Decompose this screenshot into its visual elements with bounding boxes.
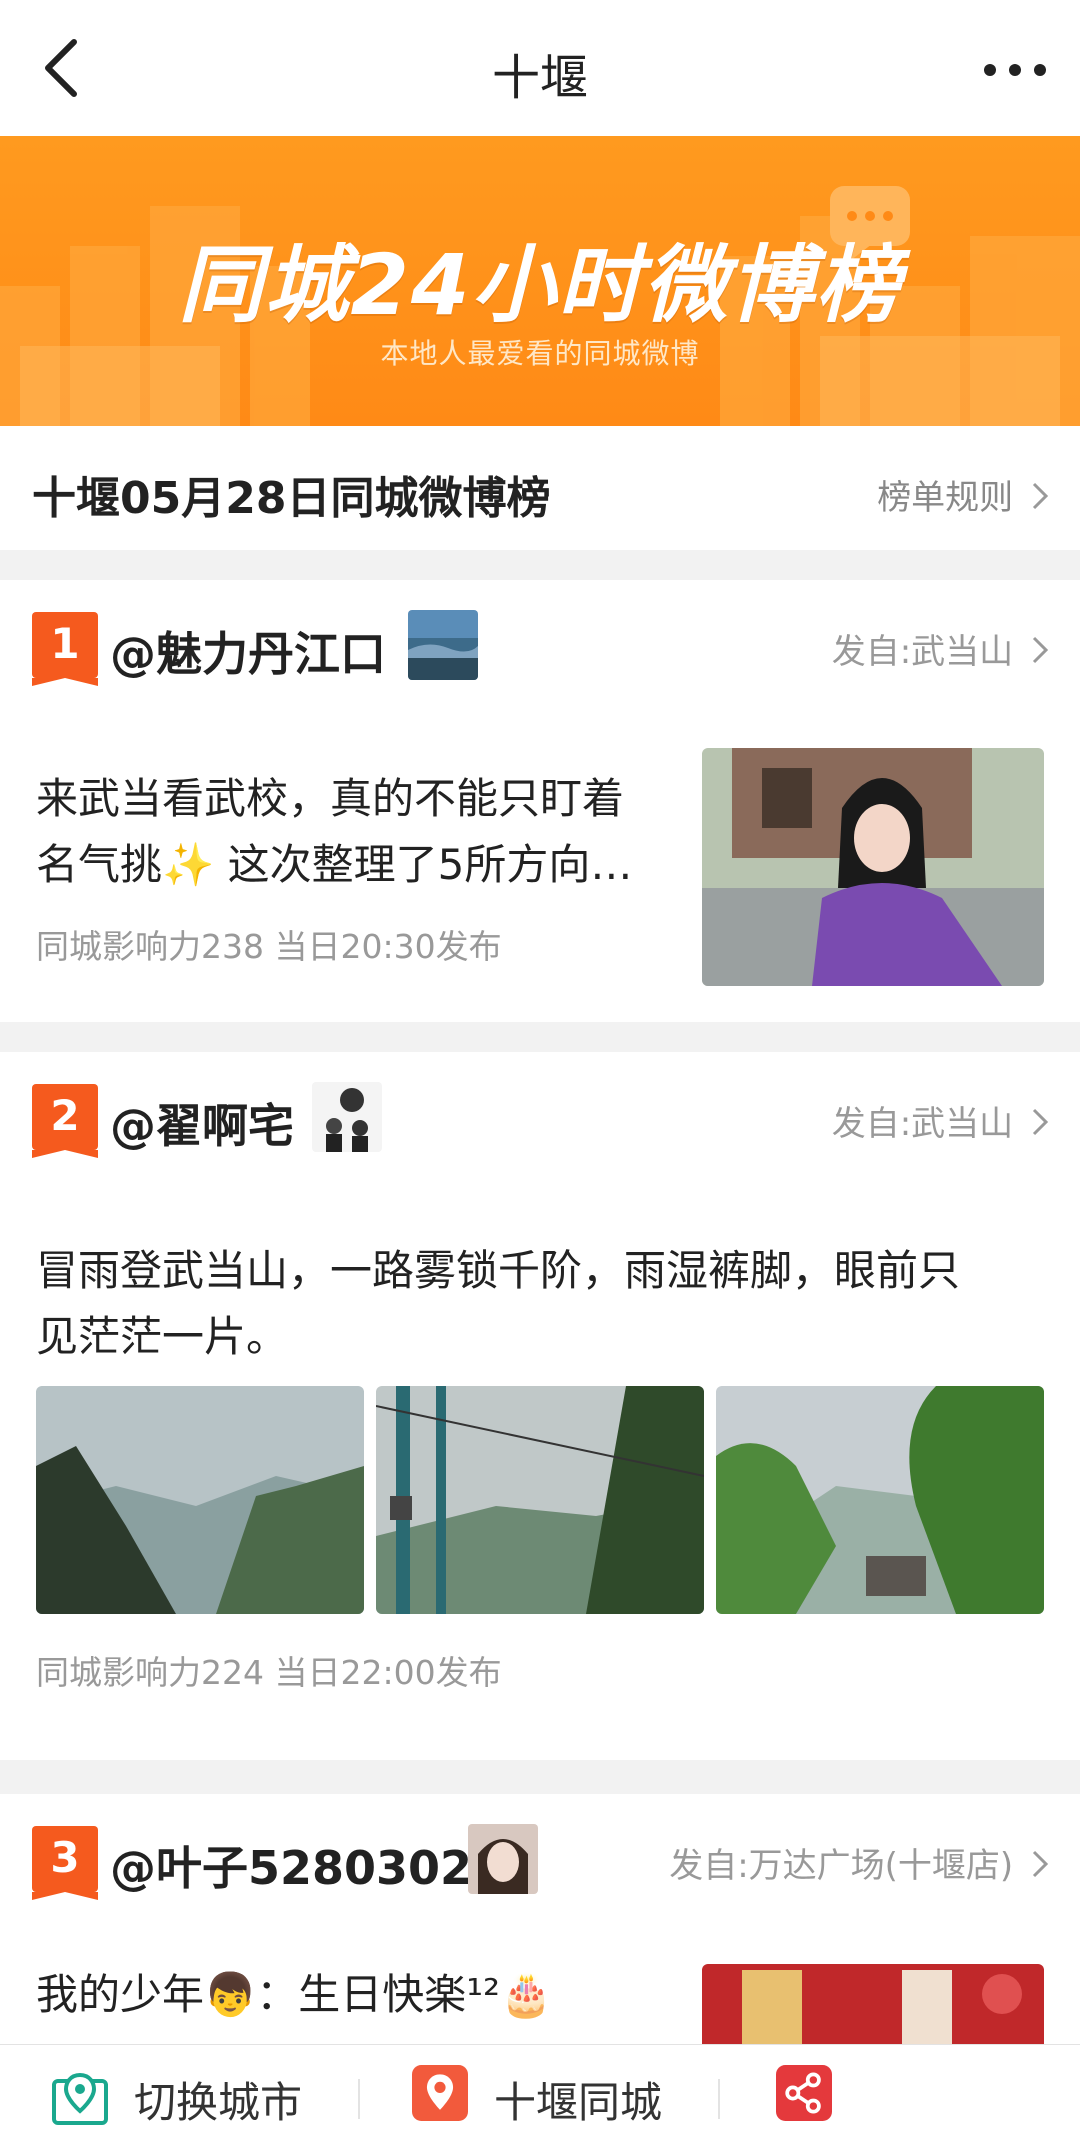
post-text-line: 我的少年👦：生日快楽¹²🎂 — [36, 1970, 553, 2019]
share-button[interactable] — [776, 2045, 1056, 2145]
divider — [718, 2079, 720, 2119]
hero-banner: 同城24小时微博榜 本地人最爱看的同城微博 — [0, 136, 1080, 426]
ranking-title: 十堰05月28日同城微博榜 — [32, 473, 551, 524]
temple-trees-image — [716, 1386, 1044, 1614]
user-name[interactable]: @魅力丹江口 — [110, 618, 386, 684]
chevron-right-icon — [1032, 1850, 1049, 1878]
post-thumbnail[interactable] — [702, 1964, 1044, 2046]
post-card[interactable]: 3 @叶子5280302 发自:万达广场(十堰店) 我的少年👦：生日快楽¹²🎂 — [0, 1794, 1080, 2046]
location-label: 发自:武当山 — [831, 632, 1014, 672]
post-thumbnail[interactable] — [702, 748, 1044, 986]
location-marker-icon — [412, 2065, 468, 2121]
woman-portrait-image — [702, 748, 1044, 986]
location-link[interactable]: 发自:武当山 — [832, 1096, 1050, 1145]
share-icon — [776, 2065, 832, 2121]
avatar[interactable] — [312, 1082, 382, 1152]
location-label: 发自:武当山 — [831, 1104, 1014, 1144]
misty-mountain-image — [36, 1386, 364, 1614]
banner-subtitle: 本地人最爱看的同城微博 — [380, 337, 700, 370]
location-link[interactable]: 发自:万达广场(十堰店) — [669, 1838, 1050, 1887]
page-title: 十堰 — [491, 50, 588, 106]
post-meta: 同城影响力238 当日20:30发布 — [36, 927, 502, 966]
post-meta: 同城影响力224 当日22:00发布 — [36, 1653, 502, 1692]
post-image[interactable] — [716, 1386, 1044, 1614]
chevron-right-icon — [1032, 636, 1049, 664]
red-decor-image — [702, 1964, 1044, 2046]
more-button[interactable] — [980, 50, 1050, 90]
avatar-lake-image — [408, 610, 478, 680]
avatar[interactable] — [408, 610, 478, 680]
post-text-line: 见茫茫一片。 — [36, 1312, 289, 1361]
avatar-couple-image — [312, 1082, 382, 1152]
switch-city-label: 切换城市 — [134, 2078, 303, 2127]
post-text-line: 来武当看武校，真的不能只盯着 — [36, 774, 625, 823]
post-text-line: 名气挑✨ 这次整理了5所方向… — [36, 840, 633, 889]
local-city-button[interactable]: 十堰同城 — [412, 2045, 692, 2145]
divider — [358, 2079, 360, 2119]
local-city-label: 十堰同城 — [494, 2078, 663, 2127]
post-text-line: 冒雨登武当山，一路雾锁千阶，雨湿裤脚，眼前只 — [36, 1246, 961, 1295]
cable-car-image — [376, 1386, 704, 1614]
post-image[interactable] — [36, 1386, 364, 1614]
location-label: 发自:万达广场(十堰店) — [669, 1846, 1014, 1886]
post-card[interactable]: 2 @翟啊宅 发自:武当山 冒雨登武当山，一路雾锁千阶，雨湿裤脚，眼前只 见茫茫… — [0, 1052, 1080, 1760]
rules-label: 榜单规则 — [877, 478, 1014, 518]
rank-badge: 2 — [32, 1084, 98, 1158]
chevron-right-icon — [1032, 1108, 1049, 1136]
more-dots-icon — [984, 64, 1046, 76]
avatar-woman-image — [468, 1824, 538, 1894]
chevron-right-icon — [1032, 482, 1049, 510]
banner-title: 同城24小时微博榜 — [178, 236, 902, 334]
avatar[interactable] — [468, 1824, 538, 1894]
switch-city-button[interactable]: 切换城市 — [52, 2045, 322, 2145]
user-name[interactable]: @叶子5280302 — [110, 1832, 472, 1898]
rank-badge: 3 — [32, 1826, 98, 1900]
top-bar: 十堰 — [0, 0, 1080, 136]
post-image[interactable] — [376, 1386, 704, 1614]
rules-link[interactable]: 榜单规则 — [877, 470, 1050, 519]
location-link[interactable]: 发自:武当山 — [832, 624, 1050, 673]
bottom-bar: 切换城市 十堰同城 — [0, 2044, 1080, 2145]
user-name[interactable]: @翟啊宅 — [110, 1090, 294, 1156]
post-card[interactable]: 1 @魅力丹江口 发自:武当山 来武当看武校，真的不能只盯着 名气挑✨ 这次整理… — [0, 580, 1080, 1022]
rank-badge: 1 — [32, 612, 98, 686]
map-pin-icon — [52, 2072, 108, 2125]
ranking-header: 十堰05月28日同城微博榜 榜单规则 — [0, 426, 1080, 550]
